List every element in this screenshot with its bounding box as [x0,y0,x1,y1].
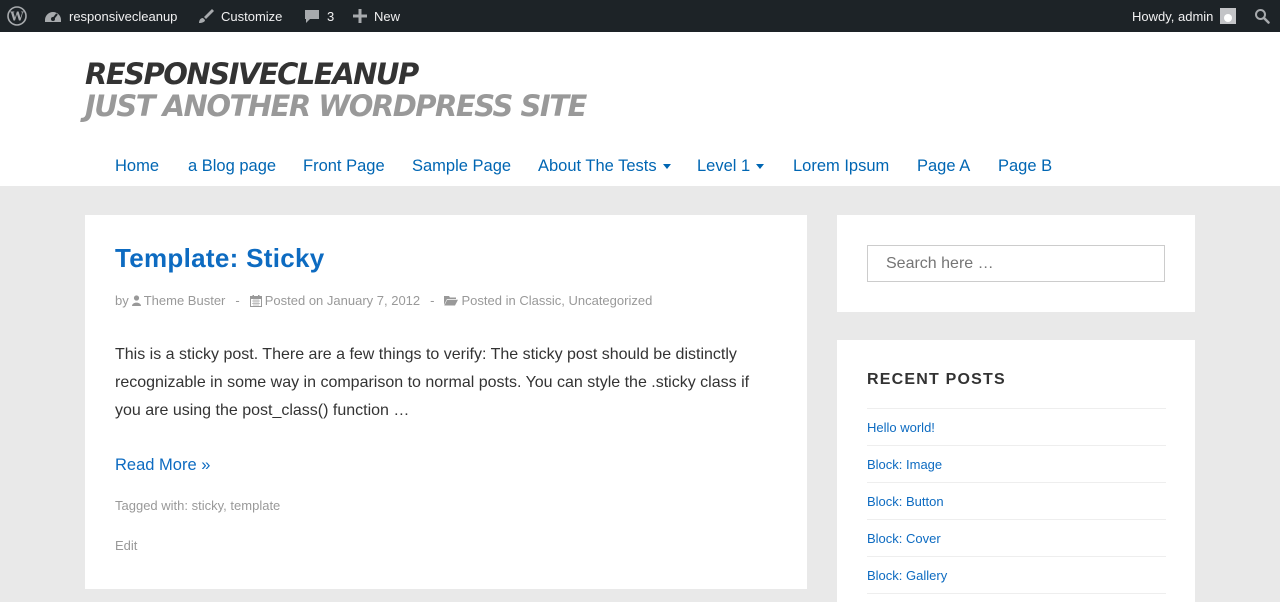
comments-link[interactable]: 3 [304,0,334,32]
wordpress-menu[interactable]: W [7,0,27,32]
my-account-link[interactable]: Howdy, admin [1132,0,1237,32]
post-tags: Tagged with: sticky, template [115,498,280,513]
site-header: RESPONSIVECLEANUP JUST ANOTHER WORDPRESS… [0,32,1280,186]
nav-item-about-the-tests[interactable]: About The Tests [538,156,671,176]
tagged-with-label: Tagged with: [115,498,188,513]
search-widget [837,215,1195,312]
comments-count: 3 [327,8,335,24]
nav-item-sample-page[interactable]: Sample Page [412,156,511,176]
post-date-link[interactable]: January 7, 2012 [327,293,420,308]
nav-item-label: Level 1 [697,156,751,175]
tag-link-sticky[interactable]: sticky [192,498,224,513]
nav-item-label: Front Page [303,156,385,175]
howdy-label: Howdy, admin [1132,8,1214,24]
nav-item-blog-page[interactable]: a Blog page [188,156,276,176]
read-more-link[interactable]: Read More » [115,456,210,475]
nav-item-page-a[interactable]: Page A [917,156,970,176]
new-label: New [374,8,401,24]
avatar [1220,8,1237,24]
nav-item-home[interactable]: Home [115,156,159,176]
nav-item-label: Page A [917,156,971,175]
folder-icon [444,295,459,306]
brush-icon [198,8,214,24]
site-name-label: responsivecleanup [69,8,178,24]
post-title[interactable]: Template: Sticky [115,243,325,274]
widget-title: RECENT POSTS [867,371,1006,388]
customize-label: Customize [221,8,283,24]
wordpress-icon: W [7,6,27,26]
dashboard-icon [44,8,62,24]
recent-post-link[interactable]: Block: Cover [867,520,1166,557]
admin-bar: W responsivecleanup Customize 3 New Howd… [0,0,1280,32]
nav-item-level-1[interactable]: Level 1 [697,156,765,176]
search-icon [1254,8,1270,24]
comment-icon [304,8,320,24]
recent-post-link[interactable]: Block: Button [867,483,1166,520]
recent-posts-widget: RECENT POSTS Hello world! Block: Image B… [837,340,1195,602]
nav-item-label: Page B [998,156,1053,175]
edit-post-link[interactable]: Edit [115,538,137,553]
new-content-link[interactable]: New [353,0,400,32]
search-input[interactable] [867,245,1165,282]
author-link[interactable]: Theme Buster [144,293,226,308]
nav-item-page-b[interactable]: Page B [998,156,1052,176]
tag-link-template[interactable]: template [230,498,280,513]
user-icon [131,295,141,306]
site-name-link[interactable]: responsivecleanup [44,0,177,32]
category-link-classic[interactable]: Classic [519,293,561,308]
recent-post-link[interactable]: Block: Gallery [867,557,1166,594]
by-label: by [115,293,129,308]
posted-in-label: Posted in [461,293,516,308]
nav-item-front-page[interactable]: Front Page [303,156,385,176]
nav-item-label: Lorem Ipsum [793,156,890,175]
post-excerpt: This is a sticky post. There are a few t… [115,346,750,419]
recent-posts-list: Hello world! Block: Image Block: Button … [867,408,1166,594]
posted-on-label: Posted on [264,293,324,308]
nav-item-label: Sample Page [412,156,512,175]
nav-item-lorem-ipsum[interactable]: Lorem Ipsum [793,156,889,176]
site-title[interactable]: RESPONSIVECLEANUP [85,57,419,91]
svg-text:W: W [9,10,24,24]
recent-post-link[interactable]: Hello world! [867,409,1166,446]
nav-item-label: About The Tests [538,156,657,175]
category-separator: , [561,293,565,308]
category-link-uncategorized[interactable]: Uncategorized [568,293,652,308]
recent-post-link[interactable]: Block: Image [867,446,1166,483]
nav-item-label: a Blog page [188,156,277,175]
calendar-icon [249,294,262,307]
admin-search-button[interactable] [1254,0,1270,32]
meta-separator: - [235,293,240,308]
customize-link[interactable]: Customize [198,0,282,32]
site-description: JUST ANOTHER WORDPRESS SITE [85,89,587,123]
post-meta: by Theme Buster - Posted on January 7, 2… [115,293,652,308]
chevron-down-icon [756,163,765,169]
post-card: Template: Sticky by Theme Buster - Poste… [85,215,807,589]
plus-icon [353,9,367,23]
nav-item-label: Home [115,156,160,175]
chevron-down-icon [662,163,671,169]
tag-separator: , [223,498,227,513]
meta-separator: - [430,293,435,308]
